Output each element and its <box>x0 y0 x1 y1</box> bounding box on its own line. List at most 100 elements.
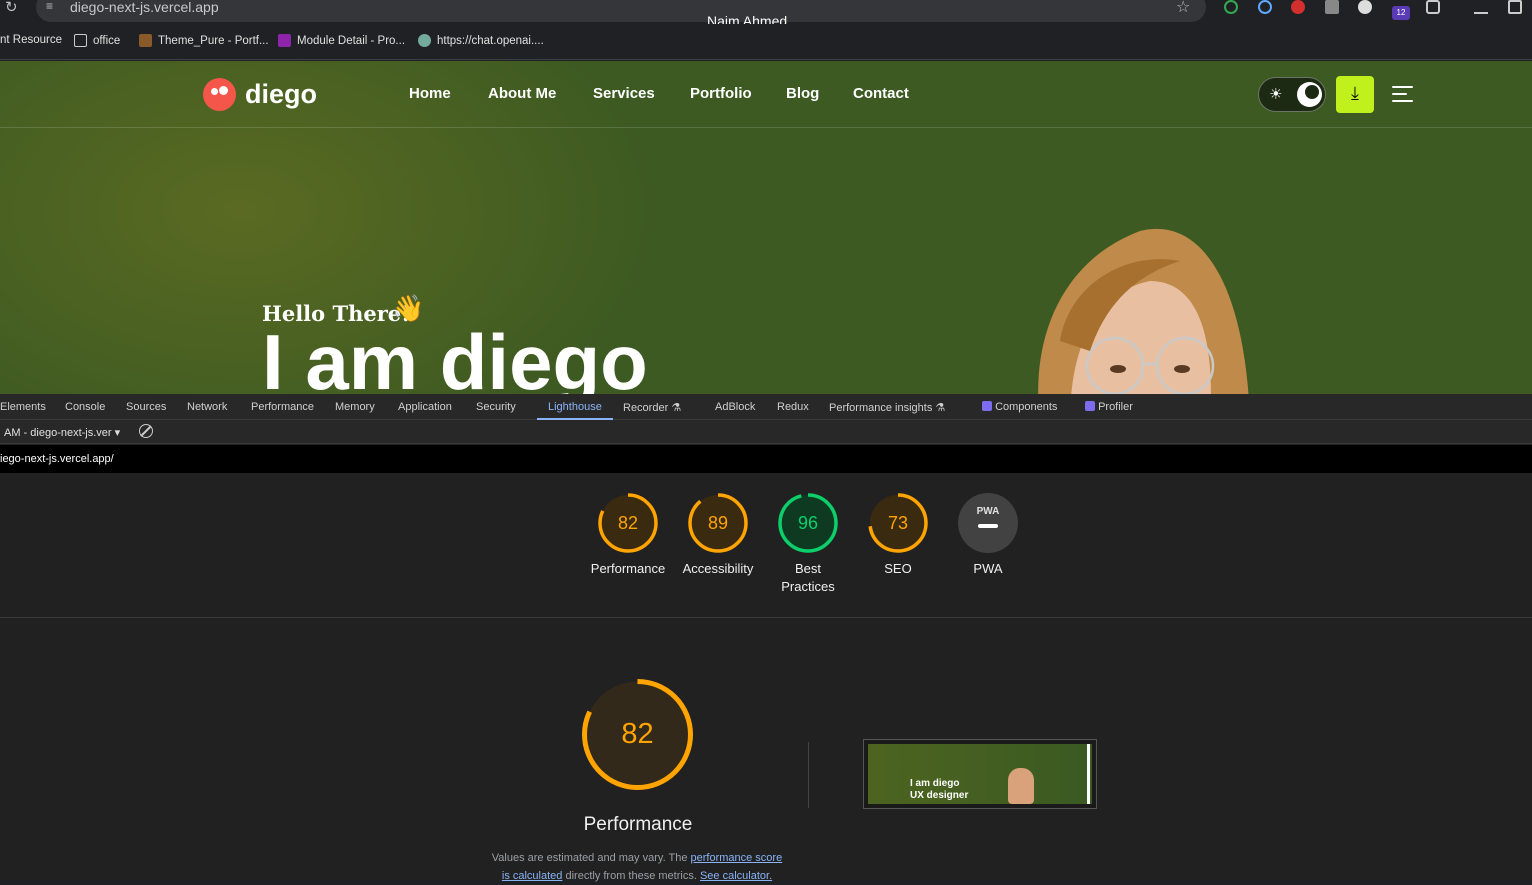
tab-redux[interactable]: Redux <box>777 401 809 413</box>
sun-icon: ☀ <box>1269 86 1283 103</box>
pwa-badge-icon: PWA <box>958 493 1018 553</box>
experiment-flask-icon: ⚗ <box>935 402 946 414</box>
theme-toggle[interactable]: ☀ <box>1258 77 1326 112</box>
nav-portfolio[interactable]: Portfolio <box>690 85 752 102</box>
gauge-label: Performance <box>590 561 666 576</box>
thumbnail-image: I am diego UX designer <box>868 744 1092 804</box>
final-screenshot-thumbnail[interactable]: I am diego UX designer <box>863 739 1097 809</box>
gauge-seo[interactable]: 73 SEO <box>853 492 943 578</box>
tab-lighthouse[interactable]: Lighthouse <box>548 401 602 413</box>
main-performance-gauge[interactable]: 82 <box>580 677 695 792</box>
report-divider <box>0 617 1532 618</box>
nav-contact[interactable]: Contact <box>853 85 909 102</box>
tab-elements[interactable]: Elements <box>0 401 46 413</box>
extensions-puzzle-icon[interactable] <box>1426 0 1440 14</box>
is-calculated-link[interactable]: is calculated <box>502 870 563 882</box>
gauge-label: SEO <box>884 561 912 576</box>
tab-components[interactable]: Components <box>982 401 1057 413</box>
devtools-tab-bar: Elements Console Sources Network Perform… <box>0 394 1532 420</box>
pwa-badge-text: PWA <box>977 506 1000 517</box>
nav-home[interactable]: Home <box>409 85 451 102</box>
extension-red-icon[interactable] <box>1291 0 1305 14</box>
thumb-line1: I am diego <box>910 778 960 789</box>
tab-adblock[interactable]: AdBlock <box>715 401 755 413</box>
gauge-ring: 96 <box>778 493 838 553</box>
tab-network[interactable]: Network <box>187 401 227 413</box>
gauge-label: Best Practices <box>781 561 835 594</box>
gauge-ring: 73 <box>868 493 928 553</box>
gauge-best-practices[interactable]: 96 Best Practices <box>763 492 853 596</box>
gauge-performance[interactable]: 82 Performance <box>583 492 673 578</box>
thumb-line2: UX designer <box>910 790 969 801</box>
report-select[interactable]: AM - diego-next-js.ver ▾ <box>4 426 120 439</box>
site-header: diego Home About Me Services Portfolio B… <box>0 61 1532 128</box>
experiment-flask-icon: ⚗ <box>671 402 682 414</box>
caret-down-icon: ▾ <box>114 427 121 439</box>
gauge-accessibility[interactable]: 89 Accessibility <box>673 492 763 578</box>
gauge-value: 89 <box>708 513 728 533</box>
audited-url: iego-next-js.vercel.app/ <box>0 453 114 465</box>
tab-performance-insights[interactable]: Performance insights ⚗ <box>829 401 945 414</box>
gauge-label: Accessibility <box>682 561 754 576</box>
extension-react-icon[interactable] <box>1258 0 1272 14</box>
tab-profiler[interactable]: Profiler <box>1085 401 1133 413</box>
extension-badge-icon[interactable]: 12 <box>1392 6 1410 20</box>
gauge-ring: 82 <box>598 493 658 553</box>
hero-title: I am diego <box>262 318 648 394</box>
performance-score-link[interactable]: performance score <box>691 852 783 864</box>
nav-about-me[interactable]: About Me <box>488 85 556 102</box>
bookmark-resource[interactable]: nt Resource <box>0 34 62 46</box>
tab-console[interactable]: Console <box>65 401 105 413</box>
bookmarks-bar: nt Resource office Theme_Pure - Portf...… <box>0 24 1532 60</box>
gauge-label: PWA <box>973 561 1003 576</box>
extension-white-icon[interactable] <box>1358 0 1372 14</box>
bookmark-theme-pure[interactable]: Theme_Pure - Portf... <box>139 34 269 47</box>
website-viewport: diego Home About Me Services Portfolio B… <box>0 61 1532 394</box>
bookmark-module-detail[interactable]: Module Detail - Pro... <box>278 34 405 47</box>
gauge-value: 73 <box>888 513 908 533</box>
main-gauge-title: Performance <box>583 814 693 835</box>
thumb-portrait <box>1008 768 1034 804</box>
logo-text[interactable]: diego <box>245 79 317 110</box>
openai-icon <box>418 34 431 47</box>
download-icon: ⤓ <box>1351 83 1359 103</box>
nav-blog[interactable]: Blog <box>786 85 819 102</box>
bookmark-star-icon[interactable]: ☆ <box>1176 0 1190 17</box>
gauge-value: 96 <box>798 513 818 533</box>
extension-gray-icon[interactable] <box>1325 0 1339 14</box>
react-profiler-icon <box>1085 401 1095 411</box>
gauge-value: 82 <box>618 513 638 533</box>
module-icon <box>278 34 291 47</box>
browser-top-bar: ↻ ≡ diego-next-js.vercel.app ☆ Naim Ahme… <box>0 0 1532 29</box>
tab-recorder[interactable]: Recorder ⚗ <box>623 401 681 414</box>
react-components-icon <box>982 401 992 411</box>
reload-icon[interactable]: ↻ <box>5 0 18 16</box>
address-url: diego-next-js.vercel.app <box>70 0 219 15</box>
tab-application[interactable]: Application <box>398 401 452 413</box>
reading-list-icon[interactable] <box>1474 0 1488 14</box>
audited-url-bar: iego-next-js.vercel.app/ <box>0 445 1532 473</box>
bookmark-chatgpt[interactable]: https://chat.openai.... <box>418 34 544 47</box>
site-settings-icon[interactable]: ≡ <box>46 0 53 13</box>
extension-green-icon[interactable] <box>1224 0 1238 14</box>
themepure-icon <box>139 34 152 47</box>
gauge-pwa[interactable]: PWA PWA <box>943 492 1033 578</box>
folder-icon <box>74 34 87 47</box>
hero-portrait <box>1038 229 1249 394</box>
nav-services[interactable]: Services <box>593 85 655 102</box>
lighthouse-toolbar: AM - diego-next-js.ver ▾ <box>0 420 1532 444</box>
tab-security[interactable]: Security <box>476 401 516 413</box>
bookmark-office[interactable]: office <box>74 34 120 47</box>
see-calculator-link[interactable]: See calculator. <box>700 870 772 882</box>
side-panel-icon[interactable] <box>1508 0 1522 14</box>
tab-memory[interactable]: Memory <box>335 401 375 413</box>
clear-icon[interactable] <box>139 424 153 438</box>
main-gauge-value: 82 <box>621 718 653 750</box>
moon-icon <box>1297 82 1322 107</box>
tab-performance[interactable]: Performance <box>251 401 314 413</box>
download-button[interactable]: ⤓ <box>1336 76 1374 113</box>
tab-sources[interactable]: Sources <box>126 401 166 413</box>
logo-icon[interactable] <box>203 78 236 111</box>
address-bar[interactable]: ≡ diego-next-js.vercel.app <box>36 0 1206 22</box>
hamburger-menu-icon[interactable] <box>1392 86 1413 102</box>
